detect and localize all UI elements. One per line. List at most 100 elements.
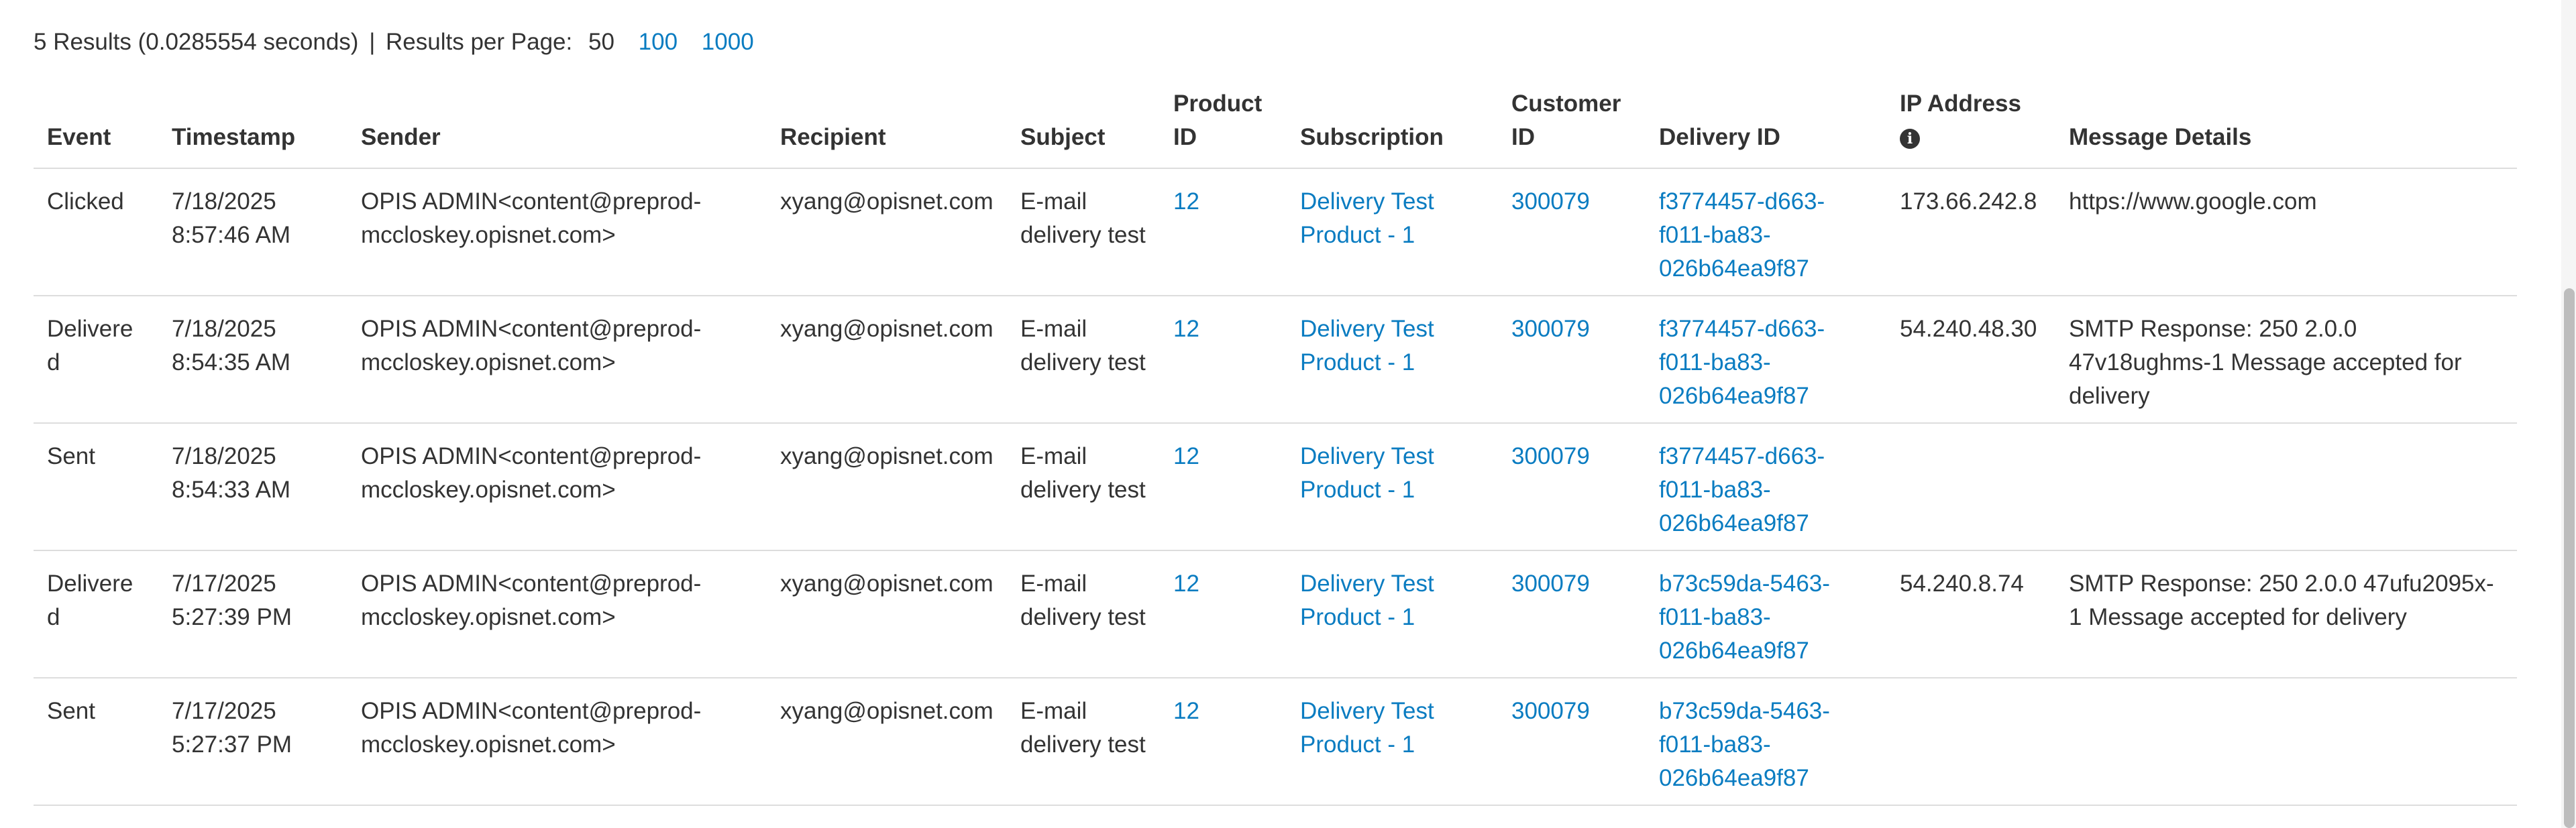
subscription-column-cell: Delivery Test Product - 1 xyxy=(1287,550,1498,678)
column-header-subject[interactable]: Subject xyxy=(1007,87,1160,169)
product-id-column-cell: 12 xyxy=(1160,678,1287,806)
ip-address-column-cell xyxy=(1886,423,2055,551)
subscription-column-cell: Delivery Test Product - 1 xyxy=(1287,423,1498,551)
sender-column-cell: OPIS ADMIN<content@preprod-mccloskey.opi… xyxy=(347,550,767,678)
recipient-cell: xyang@opisnet.com xyxy=(780,316,994,342)
timestamp-cell: 7/18/2025 8:54:33 AM xyxy=(172,443,291,503)
customer-id-link[interactable]: 300079 xyxy=(1511,571,1590,597)
customer-id-link[interactable]: 300079 xyxy=(1511,443,1590,469)
column-header-message-details[interactable]: Message Details xyxy=(2055,87,2517,169)
table-row: Sent 7/18/2025 8:54:33 AM OPIS ADMIN<conte… xyxy=(34,423,2517,551)
event-column-cell: Sent xyxy=(34,423,158,551)
message-details-column-cell: SMTP Response: 250 2.0.0 47v18ughms-1 Me… xyxy=(2055,296,2517,424)
subscription-column-cell: Delivery Test Product - 1 xyxy=(1287,678,1498,806)
column-header-delivery-id[interactable]: Delivery ID xyxy=(1646,87,1886,169)
event-cell: Delivered xyxy=(47,571,133,630)
column-header-customer-id[interactable]: Customer ID xyxy=(1498,87,1646,169)
product-id-link[interactable]: 12 xyxy=(1173,571,1199,597)
results-per-page-option-1000[interactable]: 1000 xyxy=(702,29,754,55)
results-count-text: 5 Results (0.0285554 seconds) xyxy=(34,29,359,55)
table-header-row: Event Timestamp Sender Recipient Subject… xyxy=(34,87,2517,169)
subscription-link[interactable]: Delivery Test Product - 1 xyxy=(1300,571,1434,630)
delivery-id-link[interactable]: b73c59da-5463-f011-ba83-026b64ea9f87 xyxy=(1659,698,1830,791)
product-id-link[interactable]: 12 xyxy=(1173,443,1199,469)
results-per-page-option-100[interactable]: 100 xyxy=(639,29,678,55)
recipient-cell: xyang@opisnet.com xyxy=(780,188,994,215)
delivery-id-link[interactable]: f3774457-d663-f011-ba83-026b64ea9f87 xyxy=(1659,443,1825,536)
subject-cell: E-mail delivery test xyxy=(1020,188,1146,248)
column-header-event[interactable]: Event xyxy=(34,87,158,169)
recipient-column-cell: xyang@opisnet.com xyxy=(767,423,1007,551)
ip-address-cell: 173.66.242.8 xyxy=(1900,188,2037,215)
column-header-sender[interactable]: Sender xyxy=(347,87,767,169)
table-row: Delivered 7/18/2025 8:54:35 AM OPIS ADMIN<… xyxy=(34,296,2517,424)
sender-column-cell: OPIS ADMIN<content@preprod-mccloskey.opi… xyxy=(347,423,767,551)
recipient-cell: xyang@opisnet.com xyxy=(780,571,994,597)
customer-id-column-cell: 300079 xyxy=(1498,296,1646,424)
timestamp-cell: 7/18/2025 8:57:46 AM xyxy=(172,188,291,248)
sender-column-cell: OPIS ADMIN<content@preprod-mccloskey.opi… xyxy=(347,678,767,806)
delivery-id-link[interactable]: f3774457-d663-f011-ba83-026b64ea9f87 xyxy=(1659,316,1825,409)
subscription-column-cell: Delivery Test Product - 1 xyxy=(1287,168,1498,296)
sender-cell: OPIS ADMIN<content@preprod-mccloskey.opi… xyxy=(361,188,702,248)
customer-id-link[interactable]: 300079 xyxy=(1511,188,1590,215)
column-header-ip-address[interactable]: IP Address i xyxy=(1886,87,2055,169)
customer-id-column-cell: 300079 xyxy=(1498,678,1646,806)
customer-id-link[interactable]: 300079 xyxy=(1511,698,1590,724)
product-id-column-cell: 12 xyxy=(1160,423,1287,551)
results-summary: 5 Results (0.0285554 seconds) | Results … xyxy=(34,27,754,58)
ip-address-cell: 54.240.8.74 xyxy=(1900,571,2024,597)
event-cell: Sent xyxy=(47,698,95,724)
message-details-column-cell: SMTP Response: 250 2.0.0 47ufu2095x-1 Me… xyxy=(2055,550,2517,678)
column-header-recipient[interactable]: Recipient xyxy=(767,87,1007,169)
info-icon[interactable]: i xyxy=(1900,128,1920,149)
sender-cell: OPIS ADMIN<content@preprod-mccloskey.opi… xyxy=(361,316,702,375)
timestamp-column-cell: 7/18/2025 8:57:46 AM xyxy=(158,168,347,296)
customer-id-column-cell: 300079 xyxy=(1498,550,1646,678)
subscription-link[interactable]: Delivery Test Product - 1 xyxy=(1300,316,1434,375)
column-header-subscription[interactable]: Subscription xyxy=(1287,87,1498,169)
product-id-link[interactable]: 12 xyxy=(1173,316,1199,342)
subject-cell: E-mail delivery test xyxy=(1020,571,1146,630)
ip-address-column-cell: 54.240.8.74 xyxy=(1886,550,2055,678)
table-body: Clicked 7/18/2025 8:57:46 AM OPIS ADMIN<co… xyxy=(34,168,2517,806)
delivery-id-link[interactable]: b73c59da-5463-f011-ba83-026b64ea9f87 xyxy=(1659,571,1830,664)
message-details-cell: SMTP Response: 250 2.0.0 47v18ughms-1 Me… xyxy=(2069,316,2462,409)
subscription-link[interactable]: Delivery Test Product - 1 xyxy=(1300,698,1434,758)
product-id-link[interactable]: 12 xyxy=(1173,188,1199,215)
recipient-cell: xyang@opisnet.com xyxy=(780,698,994,724)
subject-cell: E-mail delivery test xyxy=(1020,443,1146,503)
scrollbar-thumb[interactable] xyxy=(2564,288,2575,828)
customer-id-link[interactable]: 300079 xyxy=(1511,316,1590,342)
delivery-id-column-cell: b73c59da-5463-f011-ba83-026b64ea9f87 xyxy=(1646,678,1886,806)
customer-id-column-cell: 300079 xyxy=(1498,168,1646,296)
product-id-column-cell: 12 xyxy=(1160,168,1287,296)
vertical-scrollbar[interactable] xyxy=(2561,0,2576,828)
delivery-id-link[interactable]: f3774457-d663-f011-ba83-026b64ea9f87 xyxy=(1659,188,1825,282)
subject-column-cell: E-mail delivery test xyxy=(1007,678,1160,806)
event-cell: Delivered xyxy=(47,316,133,375)
recipient-column-cell: xyang@opisnet.com xyxy=(767,550,1007,678)
subscription-link[interactable]: Delivery Test Product - 1 xyxy=(1300,188,1434,248)
product-id-column-cell: 12 xyxy=(1160,550,1287,678)
recipient-column-cell: xyang@opisnet.com xyxy=(767,296,1007,424)
sender-cell: OPIS ADMIN<content@preprod-mccloskey.opi… xyxy=(361,443,702,503)
ip-address-header-label: IP Address xyxy=(1900,91,2021,117)
event-column-cell: Delivered xyxy=(34,550,158,678)
subject-column-cell: E-mail delivery test xyxy=(1007,423,1160,551)
ip-address-column-cell: 173.66.242.8 xyxy=(1886,168,2055,296)
timestamp-cell: 7/17/2025 5:27:37 PM xyxy=(172,698,292,758)
column-header-timestamp[interactable]: Timestamp xyxy=(158,87,347,169)
timestamp-column-cell: 7/18/2025 8:54:33 AM xyxy=(158,423,347,551)
subject-column-cell: E-mail delivery test xyxy=(1007,550,1160,678)
page: 5 Results (0.0285554 seconds) | Results … xyxy=(0,0,2576,828)
delivery-id-column-cell: f3774457-d663-f011-ba83-026b64ea9f87 xyxy=(1646,296,1886,424)
message-details-column-cell xyxy=(2055,423,2517,551)
subscription-link[interactable]: Delivery Test Product - 1 xyxy=(1300,443,1434,503)
column-header-product-id[interactable]: Product ID xyxy=(1160,87,1287,169)
timestamp-column-cell: 7/17/2025 5:27:39 PM xyxy=(158,550,347,678)
delivery-id-column-cell: b73c59da-5463-f011-ba83-026b64ea9f87 xyxy=(1646,550,1886,678)
recipient-column-cell: xyang@opisnet.com xyxy=(767,678,1007,806)
ip-address-cell: 54.240.48.30 xyxy=(1900,316,2037,342)
product-id-link[interactable]: 12 xyxy=(1173,698,1199,724)
